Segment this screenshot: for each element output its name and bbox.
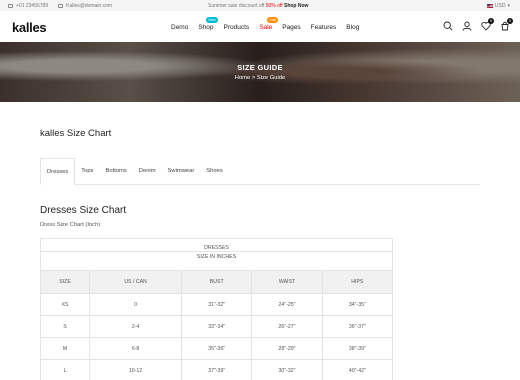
table-cell: 24"-25" [251,293,323,316]
email-text: Kalles@domain.com [66,3,113,9]
promo-prefix: Summer sale discount off [208,3,265,9]
header-size: SIZE [39,270,91,294]
header-bust: BUST [181,270,253,294]
table-cell: 35"-36" [181,337,253,360]
email-link[interactable]: Kalles@domain.com [58,3,112,9]
table-caption-sub: SIZE IN INCHES [40,251,393,271]
table-cell: 6-8 [89,337,183,360]
table-cell: 10-12 [89,359,183,380]
sale-badge: Sale [267,17,279,23]
promo-highlight: 50% off [265,3,283,9]
table-cell: S [39,315,91,338]
table-cell: 30"-32" [251,359,323,380]
table-cell: 34"-35" [321,293,394,316]
tab-shoes[interactable]: Shoes [200,158,228,185]
header-waist: WAIST [251,270,323,294]
hero-title: SIZE GUIDE [237,63,283,72]
nav-features[interactable]: Features [311,24,337,31]
breadcrumb-separator: > [251,75,256,81]
nav-demo[interactable]: Demo [171,24,188,31]
breadcrumb-current: Size Guide [256,75,286,81]
phone-link[interactable]: +01 23456789 [8,3,48,9]
breadcrumb: Home > Size Guide [0,75,520,81]
size-chart-table: DRESSES SIZE IN INCHES SIZE US / CAN BUS… [39,238,394,380]
contact-info: +01 23456789 Kalles@domain.com [8,3,112,9]
table-cell: L [39,359,91,380]
wishlist-count: 0 [488,18,494,24]
header-actions: 0 0 [443,18,513,31]
us-flag-icon [486,4,493,8]
header-hips: HIPS [321,270,394,294]
tab-denim[interactable]: Denim [133,158,162,185]
hero-banner: SIZE GUIDE Home > Size Guide [0,42,520,102]
new-badge: New [206,17,218,23]
nav-sale-label: Sale [259,24,273,31]
nav-sale[interactable]: Sale Sale [259,17,279,31]
tab-bottoms[interactable]: Bottoms [100,158,133,185]
section-title: Dresses Size Chart [40,205,127,216]
table-cell: 38"-39" [321,337,394,360]
table-cell: 36"-37" [321,315,394,338]
top-bar: +01 23456789 Kalles@domain.com Summer sa… [0,0,520,11]
nav-shop[interactable]: Shop New [198,17,218,31]
table-caption: DRESSES [40,238,393,252]
size-tabs: Dresses Tops Bottoms Denim Swimwear Shoe… [40,158,480,185]
nav-shop-label: Shop [198,24,214,31]
tab-tops[interactable]: Tops [75,158,99,185]
currency-label: USD [494,3,506,9]
table-cell: 37"-39" [181,359,253,380]
header-us-can: US / CAN [89,270,183,294]
table-row: M 6-8 35"-36" 28"-29" 38"-39" [39,337,394,360]
nav-blog[interactable]: Blog [346,24,359,31]
chevron-down-icon: ▾ [507,3,510,9]
currency-selector[interactable]: USD ▾ [486,3,510,9]
phone-icon [8,4,13,8]
mail-icon [58,4,64,8]
shop-now-link[interactable]: Shop Now [284,3,308,9]
nav-products[interactable]: Products [224,24,250,31]
table-cell: 31"-32" [181,293,253,316]
table-row: XS 0 31"-32" 24"-25" 34"-35" [39,293,394,316]
search-icon[interactable] [443,21,453,31]
table-cell: M [39,337,91,360]
main-nav: Demo Shop New Products Sale Sale Pages F… [171,17,369,31]
table-cell: 40"-42" [321,359,394,380]
account-icon[interactable] [462,21,472,31]
table-cell: 33"-34" [181,315,253,338]
main-header: kalles Demo Shop New Products Sale Sale … [0,11,520,42]
phone-text: +01 23456789 [16,3,49,9]
table-cell: 0 [89,293,183,316]
wishlist-icon[interactable]: 0 [481,18,494,31]
table-row: S 2-4 33"-34" 26"-27" 36"-37" [39,315,394,338]
cart-count: 0 [507,18,513,24]
table-cell: 28"-29" [251,337,323,360]
nav-pages[interactable]: Pages [282,24,300,31]
tab-swimwear[interactable]: Swimwear [162,158,201,185]
table-row: L 10-12 37"-39" 30"-32" 40"-42" [39,359,394,380]
logo[interactable]: kalles [12,20,47,35]
table-cell: 2-4 [89,315,183,338]
tab-dresses[interactable]: Dresses [40,158,76,185]
table-header-row: SIZE US / CAN BUST WAIST HIPS [39,270,394,294]
breadcrumb-home[interactable]: Home [235,75,250,81]
page-title: kalles Size Chart [40,128,112,139]
section-subtitle: Dress Size Chart (Inch) [40,222,101,228]
table-cell: 26"-27" [251,315,323,338]
cart-icon[interactable]: 0 [500,18,513,31]
promo-banner: Summer sale discount off 50% off Shop No… [208,3,308,9]
table-cell: XS [39,293,91,316]
